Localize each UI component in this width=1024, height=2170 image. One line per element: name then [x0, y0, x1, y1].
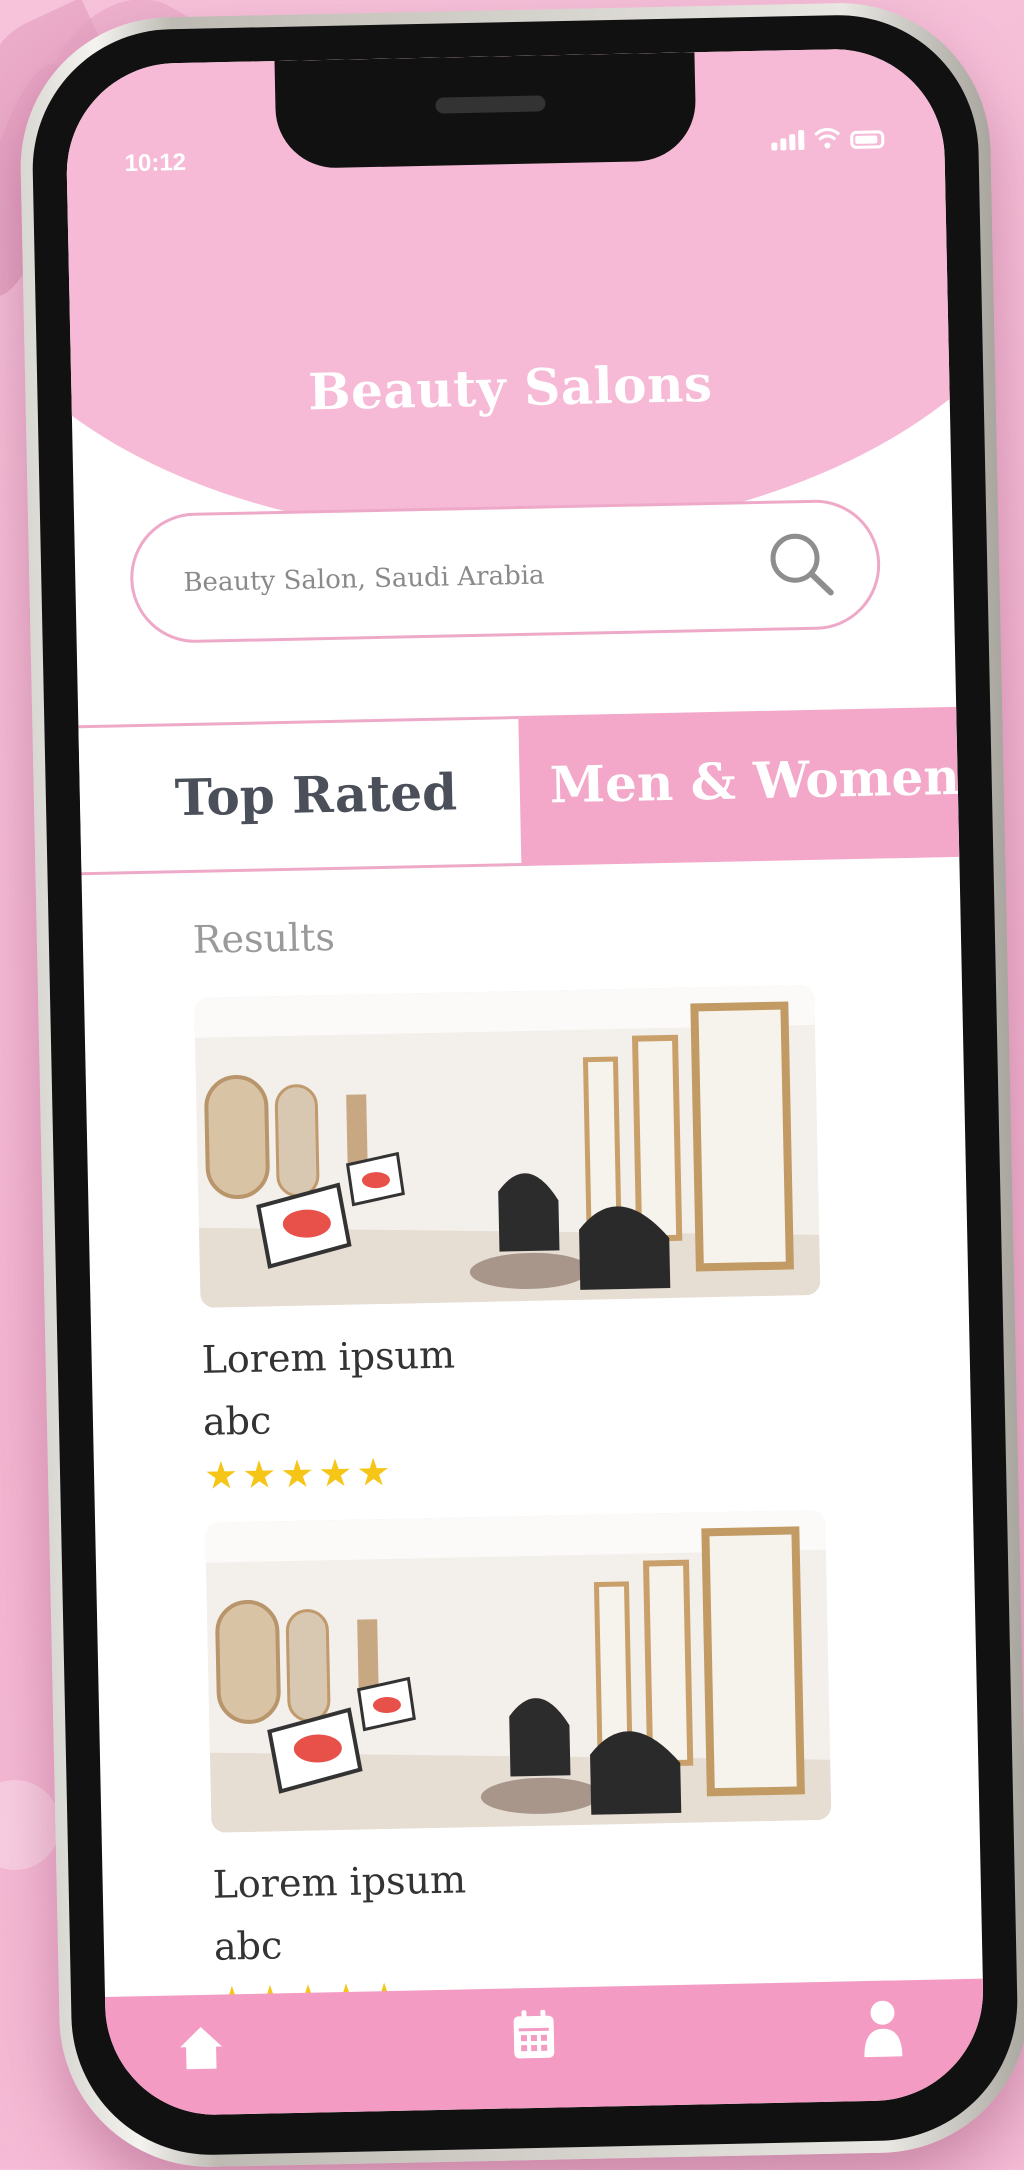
results-heading: Results — [192, 914, 336, 962]
phone-mockup: 10:12 Beauty Salons Beauty Salon, Saudi … — [17, 0, 1024, 2170]
search-icon[interactable] — [761, 524, 843, 606]
home-icon[interactable] — [176, 2022, 227, 2073]
calendar-icon[interactable] — [510, 2008, 557, 2063]
tab-label: Men & Women — [549, 746, 961, 815]
salon-name: Lorem ipsum — [212, 1857, 467, 1907]
battery-icon — [850, 130, 885, 149]
phone-notch — [274, 52, 697, 169]
status-icons — [771, 126, 885, 151]
bottom-nav — [105, 1978, 986, 2117]
decorative-dot — [0, 1780, 60, 1870]
tab-men-women[interactable]: Men & Women — [518, 706, 961, 867]
salon-photo[interactable] — [194, 984, 821, 1308]
search-bar[interactable]: Beauty Salon, Saudi Arabia — [128, 498, 882, 645]
signal-icon — [771, 129, 805, 151]
filter-tabs: Top Rated Men & Women — [78, 706, 961, 876]
tab-label: Top Rated — [174, 762, 458, 828]
user-icon[interactable] — [861, 1998, 904, 2059]
salon-photo[interactable] — [205, 1509, 832, 1833]
salon-card[interactable]: Lorem ipsum abc ★★★★★ — [205, 1509, 835, 2023]
wifi-icon — [814, 127, 841, 150]
star-rating: ★★★★★ — [203, 1449, 395, 1498]
salon-subtitle: abc — [202, 1398, 272, 1444]
tab-top-rated[interactable]: Top Rated — [78, 716, 522, 876]
search-input[interactable]: Beauty Salon, Saudi Arabia — [183, 560, 545, 598]
app-screen: 10:12 Beauty Salons Beauty Salon, Saudi … — [64, 47, 986, 2117]
phone-bezel: 10:12 Beauty Salons Beauty Salon, Saudi … — [29, 12, 1021, 2158]
salon-name: Lorem ipsum — [201, 1332, 456, 1382]
speaker-grille — [435, 95, 546, 114]
salon-card[interactable]: Lorem ipsum abc ★★★★★ — [194, 984, 824, 1498]
salon-subtitle: abc — [213, 1923, 283, 1969]
status-time: 10:12 — [124, 148, 187, 178]
